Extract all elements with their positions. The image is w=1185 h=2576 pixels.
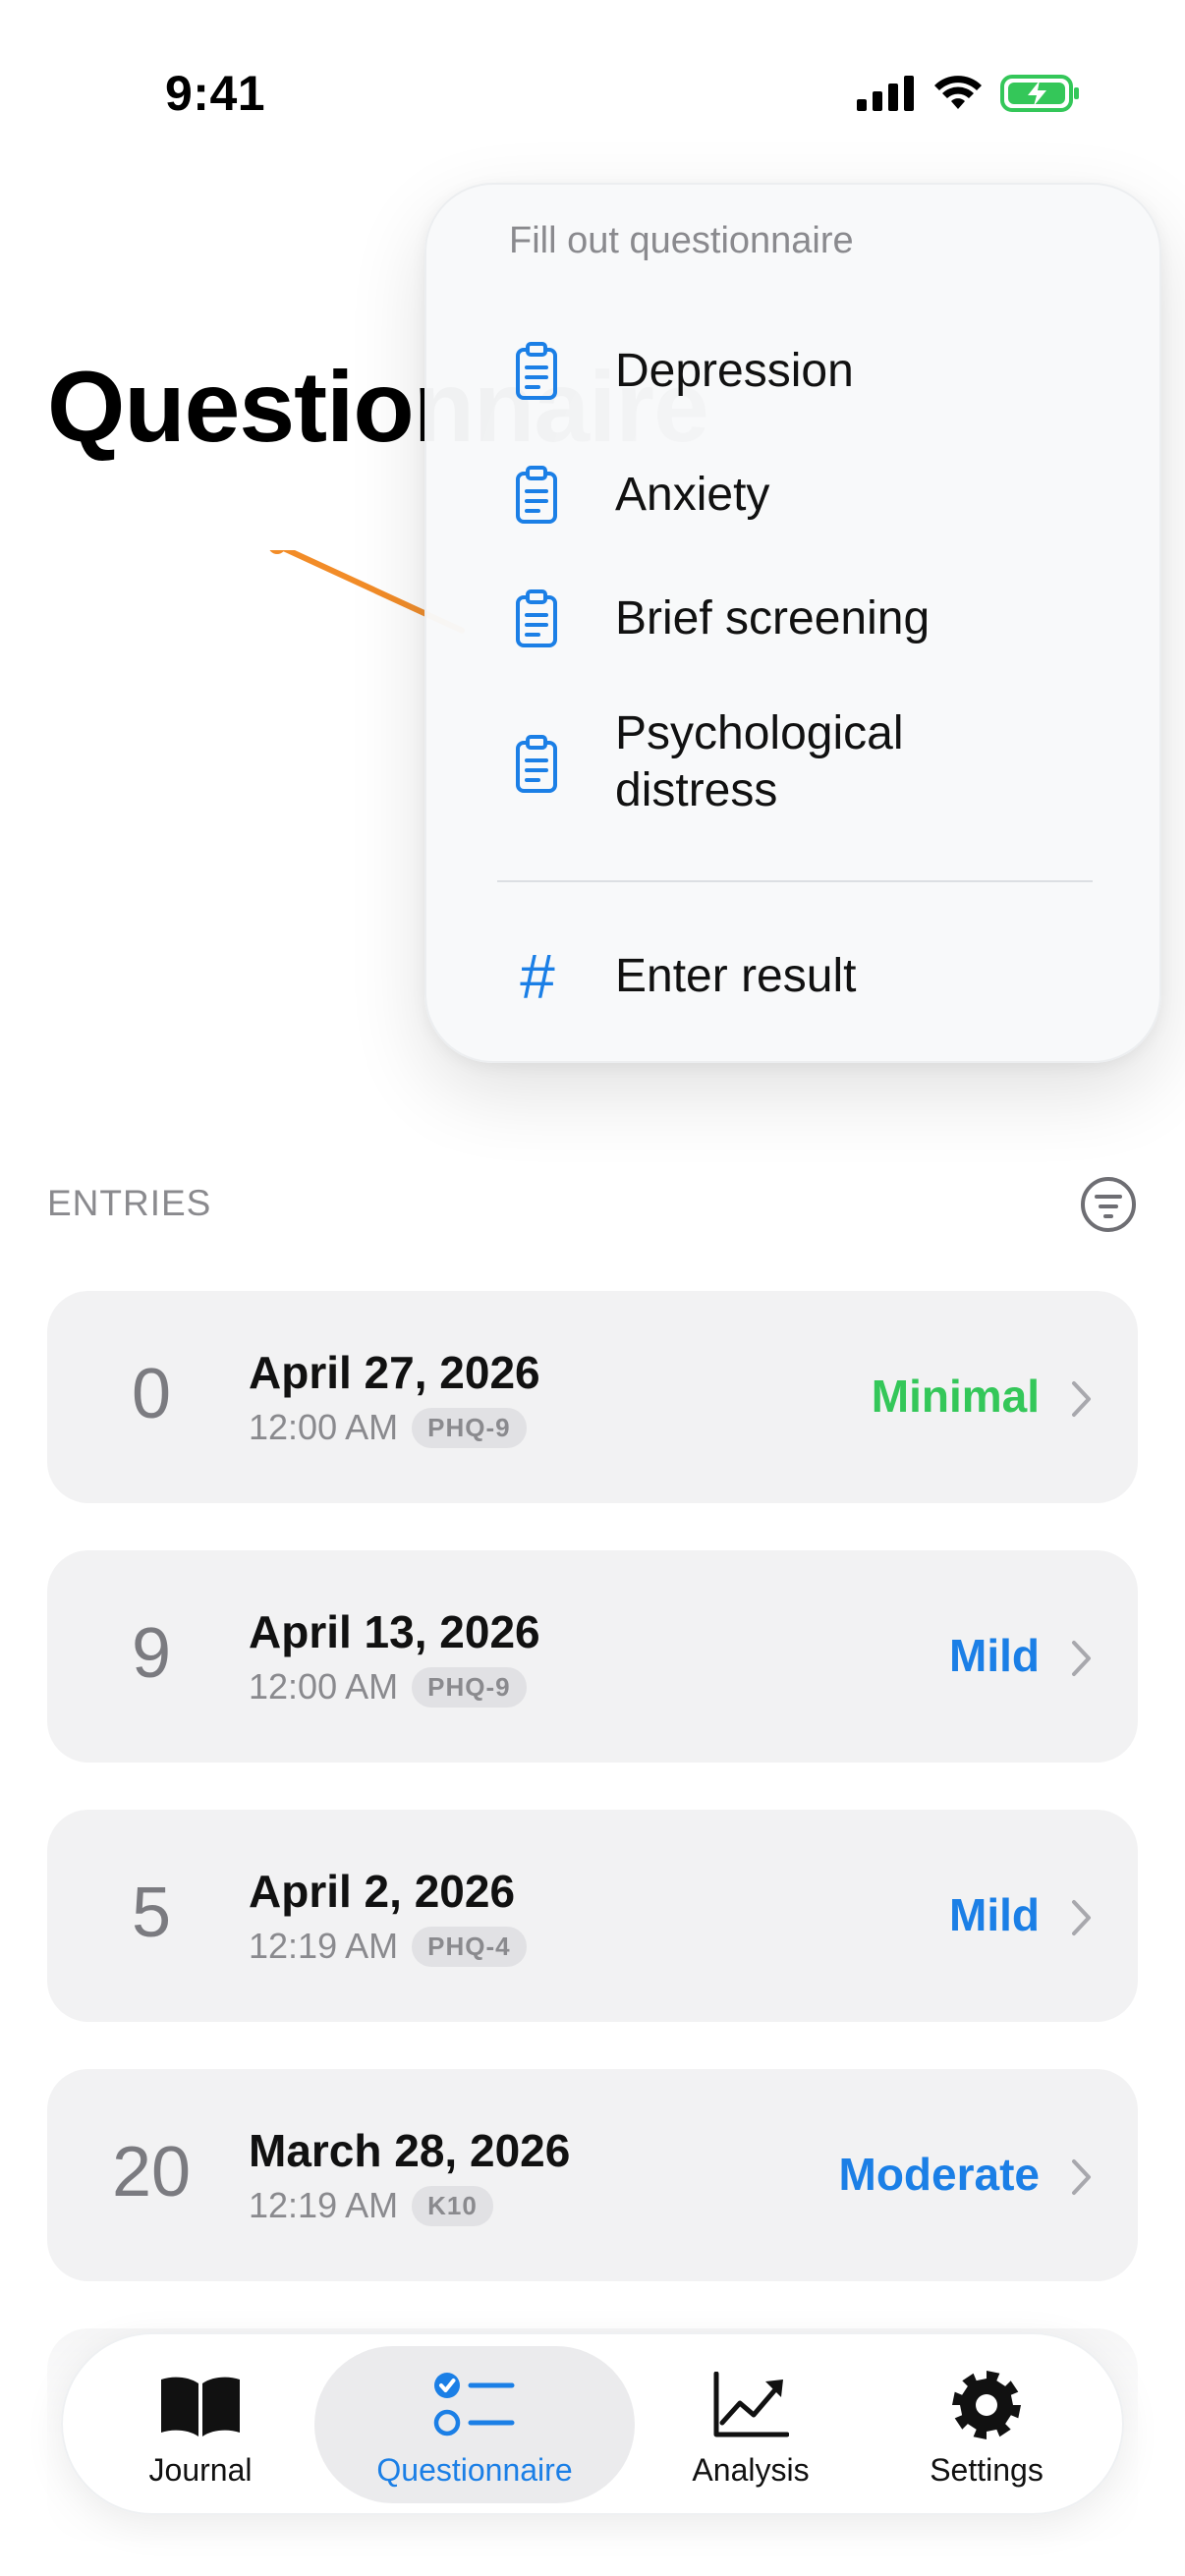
entry-score: 20 bbox=[111, 2133, 192, 2212]
entry-time: 12:00 AM bbox=[249, 1666, 399, 1707]
entries-header: ENTRIES bbox=[47, 1183, 212, 1223]
entry-date: April 2, 2026 bbox=[249, 1866, 516, 1917]
entry-score: 0 bbox=[131, 1355, 172, 1433]
entry-tag: PHQ-9 bbox=[412, 1407, 527, 1448]
entry-level: Minimal bbox=[871, 1371, 1040, 1422]
entry-level: Moderate bbox=[838, 2149, 1040, 2200]
book-icon bbox=[156, 2370, 245, 2440]
entry-date: April 13, 2026 bbox=[249, 1606, 540, 1657]
menu-divider bbox=[497, 880, 1093, 882]
tab-bar: Journal Questionnaire Analysis Settings bbox=[61, 2332, 1124, 2515]
clipboard-icon bbox=[509, 464, 564, 527]
entry-date: April 27, 2026 bbox=[249, 1347, 540, 1398]
gear-hole bbox=[976, 2394, 997, 2416]
data-point bbox=[269, 550, 285, 554]
clipboard-icon bbox=[509, 733, 564, 796]
tab-label: Analysis bbox=[692, 2452, 810, 2488]
tab-journal[interactable]: Journal bbox=[102, 2334, 299, 2517]
entry-score: 9 bbox=[131, 1614, 172, 1693]
menu-item-depression[interactable]: Depression bbox=[426, 324, 1159, 419]
entry-tag: K10 bbox=[412, 2185, 493, 2226]
menu-item-enter-result[interactable]: # Enter result bbox=[426, 929, 1159, 1024]
checklist-icon bbox=[430, 2370, 519, 2440]
chevron-right-icon bbox=[1072, 1641, 1091, 1676]
tab-label: Questionnaire bbox=[376, 2452, 573, 2488]
entry-time: 12:19 AM bbox=[249, 2185, 399, 2225]
tab-label: Journal bbox=[148, 2452, 253, 2488]
menu-item-label: Enter result bbox=[615, 950, 857, 1002]
entry-card[interactable]: 20 March 28, 2026 12:19 AM K10 Moderate bbox=[47, 2069, 1138, 2281]
entry-time: 12:19 AM bbox=[249, 1926, 399, 1966]
popup-header: Fill out questionnaire bbox=[509, 220, 854, 261]
entry-card[interactable]: 9 April 13, 2026 12:00 AM PHQ-9 Mild bbox=[47, 1550, 1138, 1763]
entry-tag: PHQ-9 bbox=[412, 1666, 527, 1708]
entry-time: 12:00 AM bbox=[249, 1407, 399, 1447]
menu-item-anxiety[interactable]: Anxiety bbox=[426, 448, 1159, 542]
hash-icon: # bbox=[519, 941, 554, 1012]
filter-icon[interactable] bbox=[1081, 1177, 1136, 1232]
chart-icon bbox=[706, 2370, 795, 2440]
entry-card[interactable]: 0 April 27, 2026 12:00 AM PHQ-9 Minimal bbox=[47, 1291, 1138, 1503]
entry-level: Mild bbox=[949, 1630, 1040, 1681]
battery-icon bbox=[1000, 75, 1079, 112]
entry-time-row: 12:00 AM PHQ-9 bbox=[249, 1666, 527, 1708]
clipboard-icon bbox=[509, 340, 564, 403]
menu-item-label: Anxiety bbox=[615, 469, 770, 521]
tab-analysis[interactable]: Analysis bbox=[652, 2334, 849, 2517]
entry-tag: PHQ-4 bbox=[412, 1926, 527, 1967]
tab-settings[interactable]: Settings bbox=[888, 2334, 1085, 2517]
menu-item-label: Psychological distress bbox=[615, 707, 904, 816]
entry-score: 5 bbox=[131, 1874, 172, 1952]
entry-card[interactable]: 5 April 2, 2026 12:19 AM PHQ-4 Mild bbox=[47, 1810, 1138, 2022]
menu-item-brief-screening[interactable]: Brief screening bbox=[426, 572, 1159, 666]
entry-level: Mild bbox=[949, 1889, 1040, 1940]
menu-item-label: Depression bbox=[615, 345, 854, 397]
menu-item-psychological-distress[interactable]: Psychological distress bbox=[426, 696, 1159, 833]
questionnaire-popup-menu: Fill out questionnaire Depression Anxiet… bbox=[424, 183, 1161, 1063]
status-time: 9:41 bbox=[165, 66, 266, 121]
entry-date: March 28, 2026 bbox=[249, 2125, 571, 2176]
status-icons bbox=[857, 75, 1081, 112]
entry-time-row: 12:19 AM K10 bbox=[249, 2185, 493, 2226]
chevron-right-icon bbox=[1072, 1381, 1091, 1417]
entry-time-row: 12:00 AM PHQ-9 bbox=[249, 1407, 527, 1448]
screen: 9:41 Questionnaire Fill out questionnair… bbox=[0, 0, 1185, 2576]
chevron-right-icon bbox=[1072, 1900, 1091, 1935]
entry-time-row: 12:19 AM PHQ-4 bbox=[249, 1926, 527, 1967]
menu-item-label: Brief screening bbox=[615, 592, 931, 644]
tab-questionnaire[interactable]: Questionnaire bbox=[314, 2334, 635, 2517]
tab-label: Settings bbox=[930, 2452, 1044, 2488]
chevron-right-icon bbox=[1072, 2159, 1091, 2195]
clipboard-icon bbox=[509, 588, 564, 650]
gear-icon bbox=[942, 2370, 1031, 2440]
signal-icon bbox=[857, 76, 914, 111]
wifi-icon bbox=[934, 76, 982, 109]
